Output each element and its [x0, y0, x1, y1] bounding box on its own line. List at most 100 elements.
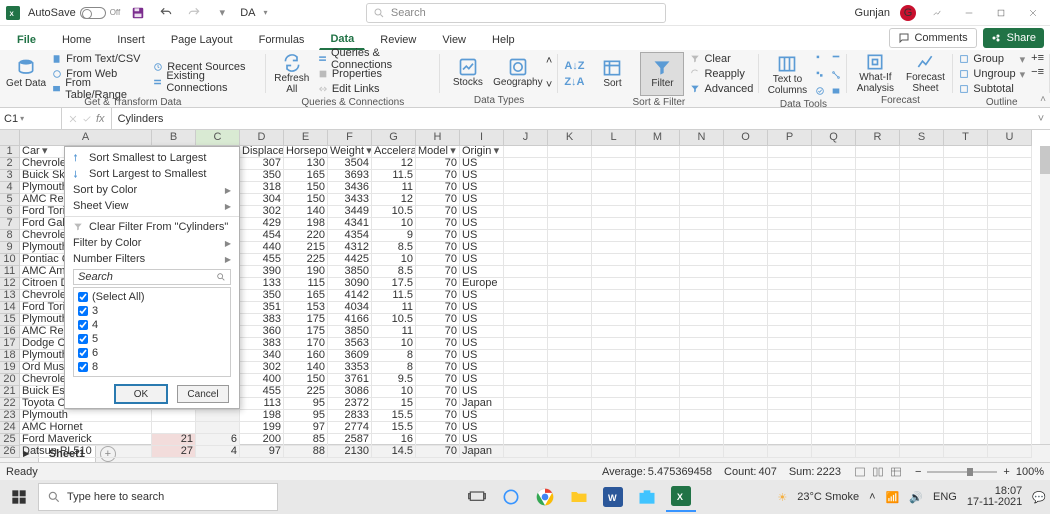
empty-cell[interactable]	[944, 434, 988, 446]
empty-cell[interactable]	[768, 398, 812, 410]
empty-cell[interactable]	[988, 290, 1032, 302]
empty-cell[interactable]	[724, 158, 768, 170]
data-validation-button[interactable]	[815, 84, 825, 98]
empty-cell[interactable]	[768, 362, 812, 374]
cell-I2[interactable]: US	[460, 158, 504, 170]
cell-G10[interactable]: 10	[372, 254, 416, 266]
empty-cell[interactable]	[900, 242, 944, 254]
empty-cell[interactable]	[988, 170, 1032, 182]
cell-D4[interactable]: 318	[240, 182, 284, 194]
normal-view-icon[interactable]	[853, 466, 867, 478]
filter-ok-button[interactable]: OK	[115, 385, 167, 403]
cell-I3[interactable]: US	[460, 170, 504, 182]
cell-E4[interactable]: 150	[284, 182, 328, 194]
scrollbar-thumb[interactable]	[1040, 146, 1050, 174]
empty-cell[interactable]	[900, 338, 944, 350]
cell-D9[interactable]: 440	[240, 242, 284, 254]
column-header-I[interactable]: I	[460, 130, 504, 146]
cell-F22[interactable]: 2372	[328, 398, 372, 410]
empty-cell[interactable]	[944, 194, 988, 206]
empty-cell[interactable]	[592, 206, 636, 218]
data-types-prev-icon[interactable]: ˄	[546, 55, 552, 67]
filter-caret-icon[interactable]: ▾	[40, 146, 50, 157]
cell-E14[interactable]: 153	[284, 302, 328, 314]
empty-cell[interactable]	[900, 266, 944, 278]
cell-G2[interactable]: 12	[372, 158, 416, 170]
empty-cell[interactable]	[812, 218, 856, 230]
cell-E16[interactable]: 175	[284, 326, 328, 338]
empty-cell[interactable]	[504, 302, 548, 314]
cell-E17[interactable]: 170	[284, 338, 328, 350]
empty-cell[interactable]	[680, 218, 724, 230]
cell-E21[interactable]: 225	[284, 386, 328, 398]
empty-cell[interactable]	[724, 278, 768, 290]
empty-cell[interactable]	[944, 170, 988, 182]
empty-cell[interactable]	[856, 182, 900, 194]
name-box[interactable]: C1 ▾	[0, 108, 62, 129]
empty-cell[interactable]	[900, 278, 944, 290]
empty-cell[interactable]	[680, 242, 724, 254]
empty-cell[interactable]	[900, 146, 944, 158]
empty-cell[interactable]	[548, 422, 592, 434]
cell-I26[interactable]: Japan	[460, 446, 504, 458]
empty-cell[interactable]	[724, 302, 768, 314]
empty-cell[interactable]	[944, 290, 988, 302]
empty-cell[interactable]	[504, 362, 548, 374]
zoom-value[interactable]: 100%	[1016, 466, 1044, 478]
empty-cell[interactable]	[504, 194, 548, 206]
cell-C24[interactable]	[196, 422, 240, 434]
empty-cell[interactable]	[680, 158, 724, 170]
column-header-N[interactable]: N	[680, 130, 724, 146]
cell-D20[interactable]: 400	[240, 374, 284, 386]
empty-cell[interactable]	[812, 266, 856, 278]
empty-cell[interactable]	[636, 290, 680, 302]
cell-I6[interactable]: US	[460, 206, 504, 218]
cell-E10[interactable]: 225	[284, 254, 328, 266]
cell-H4[interactable]: 70	[416, 182, 460, 194]
cell-H17[interactable]: 70	[416, 338, 460, 350]
cell-G6[interactable]: 10.5	[372, 206, 416, 218]
cell-F18[interactable]: 3609	[328, 350, 372, 362]
cell-I11[interactable]: US	[460, 266, 504, 278]
cell-D24[interactable]: 199	[240, 422, 284, 434]
cell-H22[interactable]: 70	[416, 398, 460, 410]
empty-cell[interactable]	[812, 170, 856, 182]
empty-cell[interactable]	[944, 410, 988, 422]
empty-cell[interactable]	[548, 254, 592, 266]
cell-G8[interactable]: 9	[372, 230, 416, 242]
cell-F12[interactable]: 3090	[328, 278, 372, 290]
cell-I20[interactable]: US	[460, 374, 504, 386]
empty-cell[interactable]	[636, 350, 680, 362]
cell-H1[interactable]: Model▾	[416, 146, 460, 158]
cell-I21[interactable]: US	[460, 386, 504, 398]
empty-cell[interactable]	[548, 446, 592, 458]
cell-H21[interactable]: 70	[416, 386, 460, 398]
cell-E25[interactable]: 85	[284, 434, 328, 446]
row-header-26[interactable]: 26	[0, 446, 20, 458]
cell-D3[interactable]: 350	[240, 170, 284, 182]
cell-E15[interactable]: 175	[284, 314, 328, 326]
empty-cell[interactable]	[812, 338, 856, 350]
empty-cell[interactable]	[856, 218, 900, 230]
empty-cell[interactable]	[856, 242, 900, 254]
empty-cell[interactable]	[504, 230, 548, 242]
existing-connections-button[interactable]: Existing Connections	[153, 75, 259, 89]
empty-cell[interactable]	[548, 326, 592, 338]
empty-cell[interactable]	[944, 350, 988, 362]
volume-icon[interactable]: 🔊	[909, 491, 923, 504]
cell-E24[interactable]: 97	[284, 422, 328, 434]
confirm-edit-icon[interactable]	[82, 114, 92, 124]
sort-largest-smallest[interactable]: Sort Largest to Smallest	[65, 166, 239, 182]
hide-detail-icon[interactable]: −≡	[1031, 66, 1044, 78]
tab-insert[interactable]: Insert	[106, 29, 156, 50]
select-all-button[interactable]	[0, 130, 20, 146]
column-header-L[interactable]: L	[592, 130, 636, 146]
empty-cell[interactable]	[548, 242, 592, 254]
tray-chevron-icon[interactable]: ˄	[869, 491, 875, 503]
empty-cell[interactable]	[592, 314, 636, 326]
empty-cell[interactable]	[944, 230, 988, 242]
excel-taskbar-button[interactable]: X	[666, 482, 696, 512]
cell-E19[interactable]: 140	[284, 362, 328, 374]
empty-cell[interactable]	[724, 254, 768, 266]
zoom-in-icon[interactable]: +	[1003, 466, 1009, 478]
